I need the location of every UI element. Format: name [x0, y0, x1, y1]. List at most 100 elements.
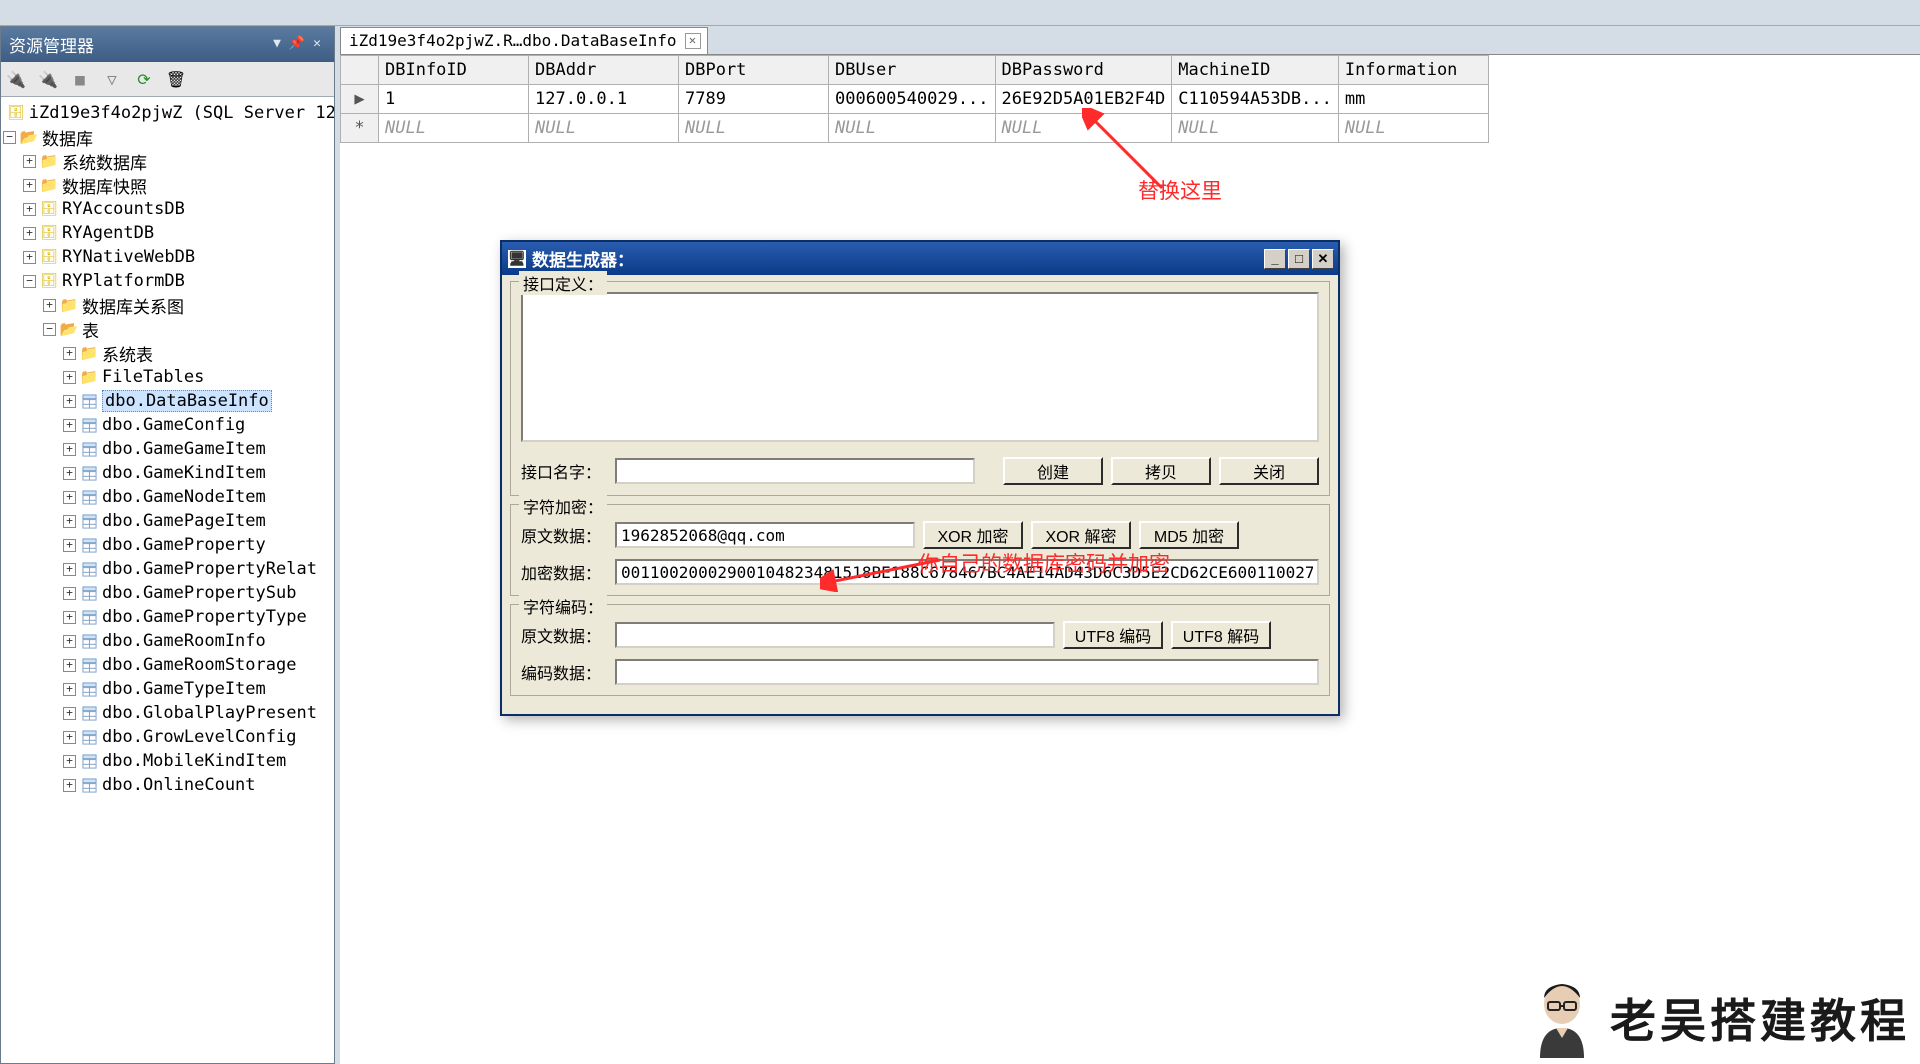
tree-table-dbo-GamePropertySub[interactable]: +dbo.GamePropertySub — [1, 581, 334, 605]
tab-databaseinfo[interactable]: iZd19e3f4o2pjwZ.R…dbo.DataBaseInfo ✕ — [340, 27, 708, 54]
tree-toggle[interactable]: + — [23, 179, 36, 192]
column-DBUser[interactable]: DBUser — [829, 56, 996, 85]
tree-system-databases[interactable]: +系统数据库 — [1, 149, 334, 173]
tree-tables[interactable]: −表 — [1, 317, 334, 341]
pin-icon[interactable]: 📌 — [288, 36, 306, 54]
utf8-encode-button[interactable]: UTF8 编码 — [1063, 621, 1163, 649]
stop-icon[interactable]: ■ — [69, 68, 91, 90]
tree-toggle[interactable]: + — [63, 635, 76, 648]
grid-cell[interactable]: mm — [1338, 85, 1488, 114]
tree-db-snapshots[interactable]: +数据库快照 — [1, 173, 334, 197]
tree-file-tables[interactable]: +FileTables — [1, 365, 334, 389]
data-grid[interactable]: DBInfoIDDBAddrDBPortDBUserDBPasswordMach… — [340, 55, 1489, 143]
grid-cell[interactable]: 1 — [379, 85, 529, 114]
grid-new-row-marker[interactable]: * — [341, 114, 379, 143]
tree-toggle[interactable]: + — [63, 539, 76, 552]
utf8-decode-button[interactable]: UTF8 解码 — [1171, 621, 1271, 649]
filter-icon[interactable]: ▽ — [101, 68, 123, 90]
tree-toggle[interactable]: + — [63, 491, 76, 504]
close-icon[interactable]: ✕ — [308, 36, 326, 54]
tree-table-dbo-GameProperty[interactable]: +dbo.GameProperty — [1, 533, 334, 557]
tree-system-tables[interactable]: +系统表 — [1, 341, 334, 365]
maximize-icon[interactable]: □ — [1288, 249, 1310, 269]
tree-table-dbo-GamePropertyType[interactable]: +dbo.GamePropertyType — [1, 605, 334, 629]
column-DBAddr[interactable]: DBAddr — [529, 56, 679, 85]
tree-toggle[interactable]: − — [43, 323, 56, 336]
tree-table-dbo-GameKindItem[interactable]: +dbo.GameKindItem — [1, 461, 334, 485]
tree-toggle[interactable]: − — [23, 275, 36, 288]
tree-toggle[interactable]: + — [23, 155, 36, 168]
grid-cell-null[interactable]: NULL — [829, 114, 996, 143]
tree-db-RYPlatformDB[interactable]: −RYPlatformDB — [1, 269, 334, 293]
tree-toggle[interactable]: + — [63, 347, 76, 360]
column-MachineID[interactable]: MachineID — [1172, 56, 1339, 85]
tree-toggle[interactable]: + — [63, 395, 76, 408]
grid-cell[interactable]: 127.0.0.1 — [529, 85, 679, 114]
tree-table-dbo-DataBaseInfo[interactable]: +dbo.DataBaseInfo — [1, 389, 334, 413]
interface-name-field[interactable] — [615, 458, 975, 484]
tree-toggle[interactable]: + — [63, 731, 76, 744]
tree-toggle[interactable]: + — [63, 683, 76, 696]
tree-db-RYAgentDB[interactable]: +RYAgentDB — [1, 221, 334, 245]
dialog-close-icon[interactable]: ✕ — [1312, 249, 1334, 269]
tree-toggle[interactable]: + — [63, 707, 76, 720]
tree-databases[interactable]: −数据库 — [1, 125, 334, 149]
tree-table-dbo-GlobalPlayPresent[interactable]: +dbo.GlobalPlayPresent — [1, 701, 334, 725]
disconnect-icon[interactable]: 🔌 — [37, 68, 59, 90]
grid-cell[interactable]: C110594A53DB... — [1172, 85, 1339, 114]
tree-toggle[interactable]: + — [43, 299, 56, 312]
grid-cell-null[interactable]: NULL — [1338, 114, 1488, 143]
tree-table-dbo-GamePageItem[interactable]: +dbo.GamePageItem — [1, 509, 334, 533]
dropdown-icon[interactable]: ▼ — [268, 36, 286, 54]
grid-cell[interactable]: 000600540029... — [829, 85, 996, 114]
tab-close-icon[interactable]: ✕ — [685, 33, 701, 49]
tree-toggle[interactable]: + — [63, 659, 76, 672]
column-DBPassword[interactable]: DBPassword — [995, 56, 1172, 85]
tree-table-dbo-GameGameItem[interactable]: +dbo.GameGameItem — [1, 437, 334, 461]
tree-toggle[interactable]: + — [23, 227, 36, 240]
tree-toggle[interactable]: + — [63, 611, 76, 624]
tree-server-node[interactable]: iZd19e3f4o2pjwZ (SQL Server 12.0.20 — [1, 101, 334, 125]
tree-toggle[interactable]: + — [63, 443, 76, 456]
encrypted-data-field[interactable] — [615, 559, 1319, 585]
xor-decrypt-button[interactable]: XOR 解密 — [1031, 521, 1131, 549]
connect-icon[interactable]: 🔌 — [5, 68, 27, 90]
grid-cell-null[interactable]: NULL — [995, 114, 1172, 143]
tree-toggle[interactable]: + — [23, 203, 36, 216]
tree-table-dbo-GameTypeItem[interactable]: +dbo.GameTypeItem — [1, 677, 334, 701]
copy-button[interactable]: 拷贝 — [1111, 457, 1211, 485]
md5-encrypt-button[interactable]: MD5 加密 — [1139, 521, 1239, 549]
tree-table-dbo-OnlineCount[interactable]: +dbo.OnlineCount — [1, 773, 334, 797]
create-button[interactable]: 创建 — [1003, 457, 1103, 485]
tree-toggle[interactable]: + — [63, 587, 76, 600]
tree-toggle[interactable]: + — [63, 779, 76, 792]
tree-db-RYAccountsDB[interactable]: +RYAccountsDB — [1, 197, 334, 221]
grid-cell[interactable]: 26E92D5A01EB2F4D — [995, 85, 1172, 114]
tree-table-dbo-MobileKindItem[interactable]: +dbo.MobileKindItem — [1, 749, 334, 773]
tree-table-dbo-GameRoomStorage[interactable]: +dbo.GameRoomStorage — [1, 653, 334, 677]
tree-table-dbo-GrowLevelConfig[interactable]: +dbo.GrowLevelConfig — [1, 725, 334, 749]
tree-table-dbo-GameConfig[interactable]: +dbo.GameConfig — [1, 413, 334, 437]
plain-data-field[interactable] — [615, 522, 915, 548]
column-DBInfoID[interactable]: DBInfoID — [379, 56, 529, 85]
tree-toggle[interactable]: + — [63, 755, 76, 768]
tree-toggle[interactable]: + — [23, 251, 36, 264]
tree-toggle[interactable]: + — [63, 371, 76, 384]
grid-cell-null[interactable]: NULL — [679, 114, 829, 143]
tree-toggle[interactable]: + — [63, 419, 76, 432]
tree-toggle[interactable]: − — [3, 131, 16, 144]
grid-cell-null[interactable]: NULL — [1172, 114, 1339, 143]
object-tree[interactable]: iZd19e3f4o2pjwZ (SQL Server 12.0.20−数据库+… — [1, 97, 334, 1063]
column-Information[interactable]: Information — [1338, 56, 1488, 85]
column-DBPort[interactable]: DBPort — [679, 56, 829, 85]
tree-db-diagram[interactable]: +数据库关系图 — [1, 293, 334, 317]
grid-cell[interactable]: 7789 — [679, 85, 829, 114]
tree-table-dbo-GameRoomInfo[interactable]: +dbo.GameRoomInfo — [1, 629, 334, 653]
tree-toggle[interactable]: + — [63, 515, 76, 528]
grid-cell-null[interactable]: NULL — [529, 114, 679, 143]
tree-db-RYNativeWebDB[interactable]: +RYNativeWebDB — [1, 245, 334, 269]
tree-table-dbo-GamePropertyRelat[interactable]: +dbo.GamePropertyRelat — [1, 557, 334, 581]
plain-data-2-field[interactable] — [615, 622, 1055, 648]
minimize-icon[interactable]: _ — [1264, 249, 1286, 269]
close-button[interactable]: 关闭 — [1219, 457, 1319, 485]
